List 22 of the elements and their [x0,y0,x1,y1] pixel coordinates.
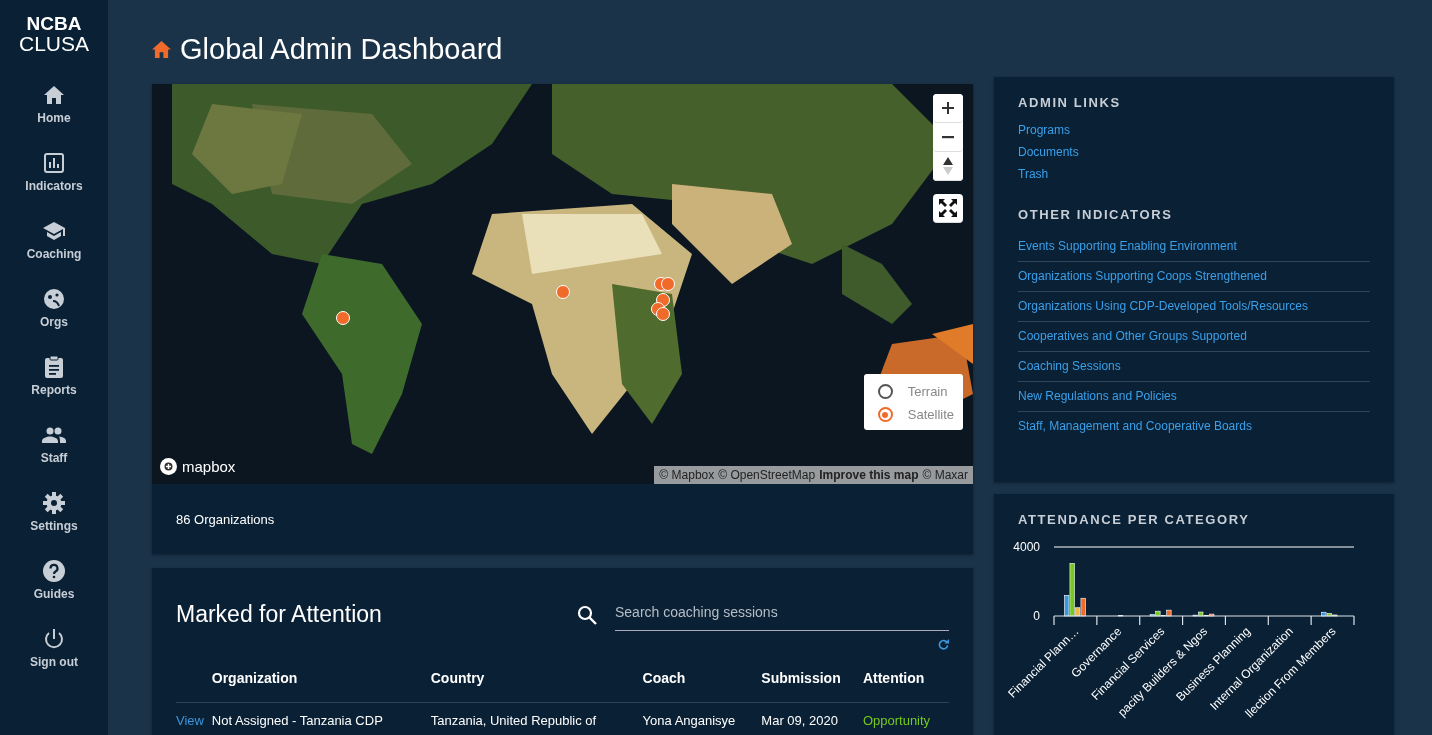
section-title: ATTENDANCE PER CATEGORY [1018,512,1251,527]
axis-label: 4000 [1013,540,1040,554]
organization-count: 86 Organizations [176,511,275,527]
table-cell: Mar 09, 2020 [761,702,863,735]
column-header: Coach [642,664,762,703]
section-title: ADMIN LINKS [1018,95,1122,110]
map-attribution: © Mapbox © OpenStreetMap Improve this map © Maxar [654,466,973,484]
logo-text: CLUSA [19,33,89,54]
page-title: Global Admin Dashboard [180,33,503,66]
section-title: Marked for Attention [176,601,383,628]
mapbox-logo-text: mapbox [182,458,236,475]
column-header: Attention [862,664,949,703]
column-header: Submission [761,664,863,703]
axis-label: 0 [1033,609,1040,623]
column-header: Organization [211,664,431,703]
table-cell: Opportunity [862,702,949,735]
column-header: Country [430,664,643,703]
table-cell: Tanzania, United Republic of [430,702,643,735]
table-cell: Not Assigned - Tanzania CDP [211,702,431,735]
logo-text: NCBA [26,14,82,33]
section-title: OTHER INDICATORS [1018,207,1174,222]
table-cell: Yona Anganisye [642,702,762,735]
